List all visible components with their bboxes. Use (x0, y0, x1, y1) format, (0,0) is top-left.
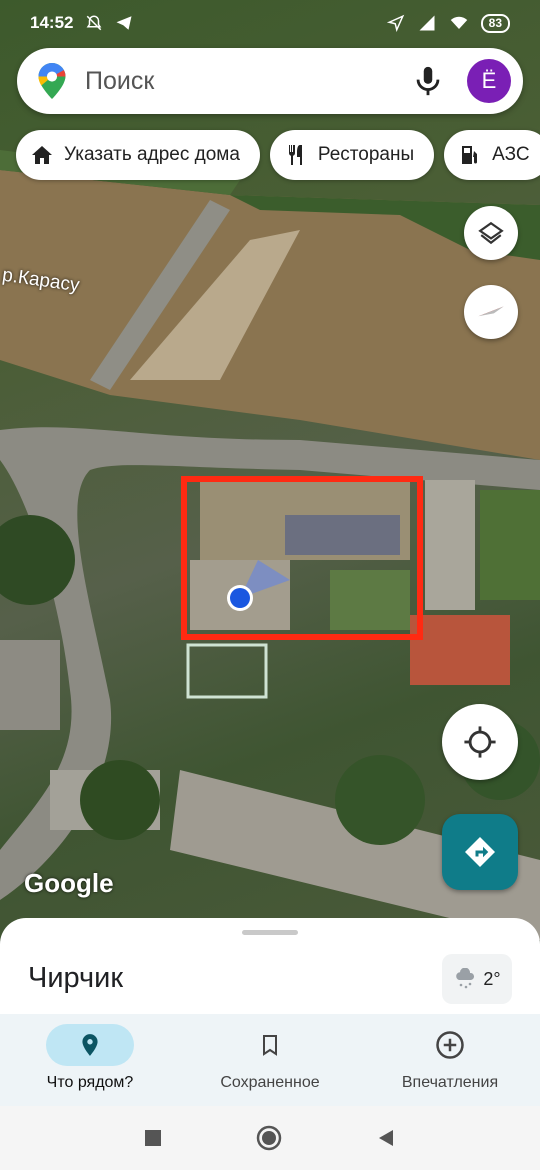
home-icon (32, 146, 52, 164)
nav-icon-container (406, 1024, 494, 1066)
status-time: 14:52 (30, 13, 74, 32)
bottom-sheet[interactable]: Чирчик 2° (0, 918, 540, 1018)
chip-home-address[interactable]: Указать адрес дома (16, 130, 260, 180)
wifi-icon (450, 16, 467, 29)
place-title: Чирчик (28, 962, 124, 994)
location-pin-icon (82, 1034, 98, 1056)
maps-pin-icon (38, 63, 66, 99)
chip-gas-stations[interactable]: АЗС (444, 130, 540, 180)
directions-icon (465, 837, 495, 867)
chip-label: АЗС (492, 144, 530, 165)
system-navigation-bar (0, 1106, 540, 1170)
snow-cloud-icon (456, 968, 475, 989)
signal-icon (419, 15, 435, 31)
weather-badge[interactable]: 2° (442, 954, 512, 1004)
do-not-disturb-icon (87, 15, 102, 31)
location-arrow-icon (386, 14, 404, 32)
restaurant-icon (288, 145, 302, 165)
compass-button[interactable] (464, 285, 518, 339)
category-chips: Указать адрес дома Рестораны АЗС (16, 130, 540, 180)
nav-label: Впечатления (401, 1074, 499, 1091)
chip-restaurants[interactable]: Рестораны (269, 130, 435, 180)
nav-icon-container (226, 1024, 314, 1066)
highlight-box (181, 476, 423, 640)
add-circle-icon (436, 1031, 464, 1059)
layers-icon (478, 221, 504, 245)
bottom-nav: Что рядом? Сохраненное Впечатления (0, 1014, 540, 1106)
sheet-drag-handle[interactable] (242, 930, 298, 935)
recents-button[interactable] (144, 1129, 162, 1147)
nav-explore[interactable]: Что рядом? (0, 1014, 180, 1106)
directions-button[interactable] (442, 814, 518, 890)
compass-icon (478, 306, 504, 317)
crosshair-icon (464, 726, 496, 758)
mic-icon[interactable] (411, 64, 445, 98)
chip-label: Рестораны (317, 144, 415, 165)
status-bar: 14:52 83 (0, 0, 540, 46)
nav-icon-container (46, 1024, 134, 1066)
bookmark-icon (263, 1035, 277, 1056)
google-logo: Google (24, 868, 114, 898)
weather-temp: 2° (483, 968, 501, 989)
nav-contribute[interactable]: Впечатления (360, 1014, 540, 1106)
my-location-button[interactable] (442, 704, 518, 780)
gas-station-icon (462, 146, 478, 164)
avatar[interactable]: Ё (467, 59, 511, 103)
telegram-icon (116, 16, 132, 30)
chip-label: Указать адрес дома (64, 144, 240, 165)
nav-label: Сохраненное (220, 1074, 320, 1091)
battery-icon: 83 (480, 13, 510, 33)
search-input[interactable]: Поиск (85, 67, 411, 96)
layers-button[interactable] (464, 206, 518, 260)
back-button[interactable] (376, 1128, 396, 1148)
nav-label: Что рядом? (46, 1074, 134, 1091)
home-button[interactable] (256, 1125, 282, 1151)
search-bar[interactable]: Поиск Ё (17, 48, 523, 114)
nav-saved[interactable]: Сохраненное (180, 1014, 360, 1106)
